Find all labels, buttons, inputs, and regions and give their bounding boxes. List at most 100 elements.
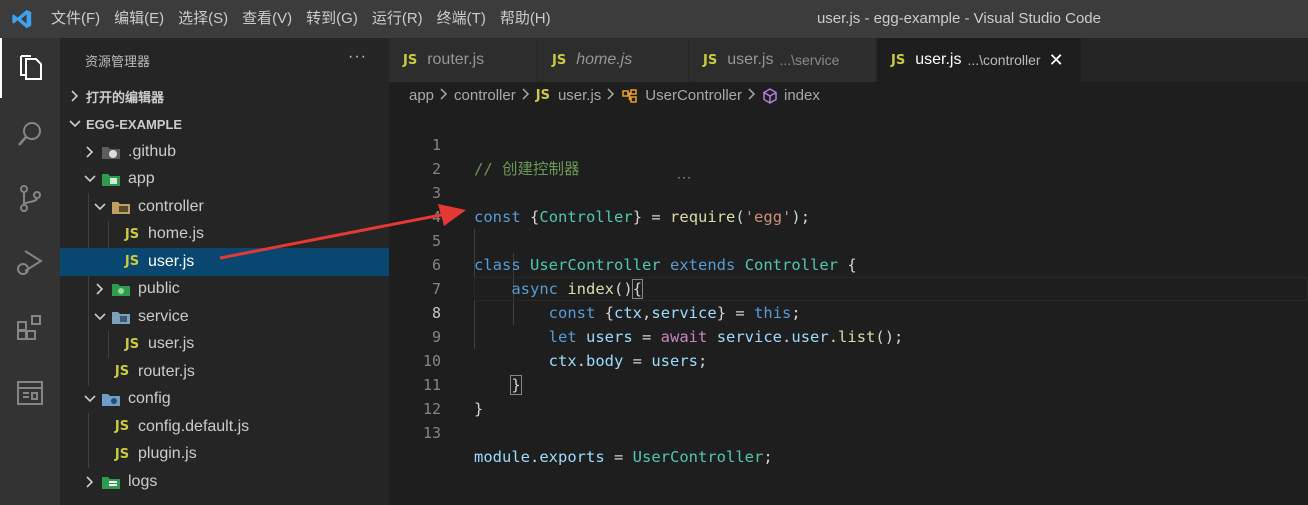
breadcrumb-controller[interactable]: controller bbox=[454, 87, 516, 104]
breadcrumb-app[interactable]: app bbox=[409, 87, 434, 104]
menu-bar: 文件(F) 编辑(E) 选择(S) 查看(V) 转到(G) 运行(R) 终端(T… bbox=[44, 0, 558, 38]
code-editor[interactable]: 1 // 创建控制器 2 3 const {Controller} = requ… bbox=[389, 109, 1308, 505]
javascript-file-icon: JS bbox=[703, 52, 718, 68]
javascript-file-icon: JS bbox=[124, 254, 140, 270]
config-folder-icon bbox=[100, 390, 122, 408]
tree-item-user-js-service[interactable]: JS user.js bbox=[60, 330, 389, 358]
tree-label: controller bbox=[138, 197, 204, 215]
controller-folder-icon bbox=[110, 198, 132, 216]
chevron-down-icon bbox=[80, 174, 100, 184]
code-line-9: 9 ctx.body = users; bbox=[389, 301, 1308, 370]
app-folder-icon bbox=[100, 170, 122, 188]
breadcrumb-file[interactable]: user.js bbox=[558, 87, 601, 104]
menu-run[interactable]: 运行(R) bbox=[365, 0, 430, 38]
tab-user-js-service[interactable]: JS user.js ...\service bbox=[689, 38, 877, 82]
chevron-right-icon bbox=[522, 88, 530, 103]
chevron-down-icon bbox=[80, 394, 100, 404]
indent-guide bbox=[108, 330, 109, 358]
run-debug-icon[interactable] bbox=[0, 232, 60, 292]
tree-label: router.js bbox=[138, 362, 195, 380]
chevron-down-icon bbox=[90, 202, 110, 212]
tree-label: home.js bbox=[148, 225, 205, 243]
tree-label: logs bbox=[128, 472, 158, 490]
breadcrumb-method[interactable]: index bbox=[784, 87, 820, 104]
tree-item-logs[interactable]: logs bbox=[60, 468, 389, 496]
menu-go[interactable]: 转到(G) bbox=[299, 0, 365, 38]
javascript-file-icon: JS bbox=[891, 52, 906, 68]
code-line-1: 1 // 创建控制器 bbox=[389, 109, 1308, 178]
tab-label: home.js bbox=[576, 51, 633, 68]
tab-description: ...\controller bbox=[967, 52, 1041, 68]
javascript-file-icon: JS bbox=[114, 446, 130, 462]
chevron-down-icon bbox=[90, 312, 110, 322]
tree-item-service[interactable]: service bbox=[60, 303, 389, 331]
tab-label: user.js bbox=[915, 51, 962, 68]
code-line-8: 8 let users = await service.user.list(); bbox=[389, 277, 1308, 346]
chevron-right-icon bbox=[90, 283, 110, 295]
tree-label: plugin.js bbox=[138, 445, 197, 463]
close-icon[interactable]: ✕ bbox=[1049, 50, 1064, 71]
menu-selection[interactable]: 选择(S) bbox=[171, 0, 235, 38]
indent-guide bbox=[108, 220, 109, 248]
code-line-3: 3 const {Controller} = require('egg'); bbox=[389, 157, 1308, 226]
tab-label: router.js bbox=[427, 51, 485, 68]
code-line-2: 2 bbox=[389, 133, 1308, 178]
source-control-icon[interactable] bbox=[0, 168, 60, 228]
code-line-10: 10 } bbox=[389, 325, 1308, 395]
javascript-file-icon: JS bbox=[114, 364, 130, 380]
search-icon[interactable] bbox=[0, 104, 60, 164]
javascript-file-icon: JS bbox=[535, 88, 550, 103]
extensions-icon[interactable] bbox=[0, 298, 60, 358]
menu-terminal[interactable]: 终端(T) bbox=[430, 0, 493, 38]
github-folder-icon bbox=[100, 143, 122, 161]
line-number: 13 bbox=[422, 424, 441, 442]
indent-guide bbox=[88, 330, 89, 358]
explorer-title: 资源管理器 bbox=[85, 53, 151, 69]
indent-guide bbox=[88, 358, 89, 386]
remote-explorer-icon[interactable] bbox=[0, 363, 60, 423]
javascript-file-icon: JS bbox=[403, 52, 418, 68]
breadcrumb: app controller JS user.js UserController… bbox=[389, 82, 1308, 109]
tab-user-js-controller[interactable]: JS user.js ...\controller ✕ bbox=[877, 38, 1082, 82]
chevron-right-icon bbox=[80, 476, 100, 488]
tree-label: app bbox=[128, 170, 155, 188]
tab-label: user.js bbox=[727, 51, 774, 68]
menu-file[interactable]: 文件(F) bbox=[44, 0, 107, 38]
chevron-right-icon bbox=[748, 88, 756, 103]
indent-guide bbox=[88, 440, 89, 468]
code-line-13: 13 module.exports = UserController; bbox=[389, 397, 1308, 466]
open-editors-section[interactable]: 打开的编辑器 bbox=[60, 82, 389, 110]
tree-label: service bbox=[138, 307, 189, 325]
logs-folder-icon bbox=[100, 473, 122, 491]
chevron-right-icon bbox=[607, 88, 615, 103]
public-folder-icon bbox=[110, 280, 132, 298]
more-actions-icon[interactable]: ··· bbox=[348, 48, 367, 66]
tree-item-controller[interactable]: controller bbox=[60, 193, 389, 221]
tree-item-app[interactable]: app bbox=[60, 166, 389, 194]
menu-edit[interactable]: 编辑(E) bbox=[107, 0, 171, 38]
indent-guide bbox=[88, 275, 89, 303]
tree-label: user.js bbox=[148, 252, 195, 270]
open-editors-label: 打开的编辑器 bbox=[86, 89, 165, 105]
menu-view[interactable]: 查看(V) bbox=[235, 0, 299, 38]
class-symbol-icon bbox=[621, 88, 639, 104]
code-line-7: 7 const {ctx,service} = this; bbox=[389, 253, 1308, 322]
tree-item-public[interactable]: public bbox=[60, 275, 389, 303]
tree-item-plugin-js[interactable]: JS plugin.js bbox=[60, 440, 389, 468]
tree-item-user-js-controller[interactable]: JS user.js bbox=[60, 248, 389, 276]
tab-home-js[interactable]: JS home.js bbox=[538, 38, 689, 82]
tree-item-config[interactable]: config bbox=[60, 386, 389, 414]
activity-bar bbox=[0, 38, 60, 505]
menu-help[interactable]: 帮助(H) bbox=[493, 0, 558, 38]
javascript-file-icon: JS bbox=[114, 419, 130, 435]
project-section[interactable]: EGG-EXAMPLE bbox=[60, 110, 389, 138]
tree-item-home-js[interactable]: JS home.js bbox=[60, 220, 389, 248]
indent-guide bbox=[88, 193, 89, 221]
tree-item-github[interactable]: .github bbox=[60, 138, 389, 166]
breadcrumb-class[interactable]: UserController bbox=[645, 87, 742, 104]
tree-item-config-default-js[interactable]: JS config.default.js bbox=[60, 413, 389, 441]
tab-router-js[interactable]: JS router.js bbox=[389, 38, 538, 82]
title-bar: 文件(F) 编辑(E) 选择(S) 查看(V) 转到(G) 运行(R) 终端(T… bbox=[0, 0, 1308, 38]
explorer-icon[interactable] bbox=[0, 38, 60, 98]
tree-item-router-js[interactable]: JS router.js bbox=[60, 358, 389, 386]
